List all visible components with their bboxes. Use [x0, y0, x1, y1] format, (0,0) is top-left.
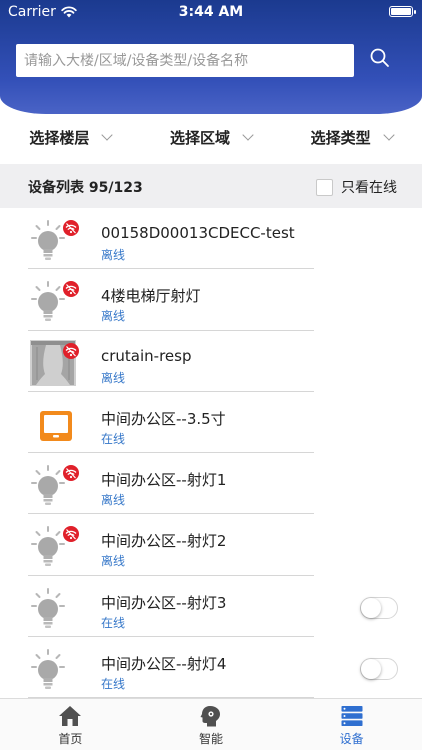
device-status: 离线 [101, 370, 126, 385]
floor-filter-label: 选择楼层 [29, 128, 90, 147]
chevron-down-icon [242, 129, 254, 141]
chevron-down-icon [383, 129, 395, 141]
list-header: 设备列表 95/123 只看在线 [0, 164, 422, 208]
list-item[interactable]: crutain-resp 离线 [0, 331, 422, 392]
tab-devices-label: 设备 [339, 732, 364, 746]
panel-screen-icon [30, 401, 80, 451]
device-name: 4楼电梯厅射灯 [101, 287, 201, 306]
device-list-icon [341, 706, 363, 726]
list-item[interactable]: 中间办公区--射灯1 离线 [0, 453, 422, 515]
device-name: 中间办公区--射灯4 [101, 655, 227, 674]
light-bulb-icon [30, 646, 80, 696]
status-time: 3:44 AM [178, 4, 244, 20]
online-only-checkbox[interactable] [316, 178, 333, 196]
list-item[interactable]: 4楼电梯厅射灯 离线 [0, 269, 422, 331]
device-status: 离线 [101, 554, 126, 569]
tab-home[interactable]: 首页 [0, 699, 141, 750]
status-bar: Carrier 3:44 AM [0, 0, 422, 24]
light-bulb-icon [30, 462, 80, 512]
list-item[interactable]: 中间办公区--3.5寸 在线 [0, 392, 422, 454]
home-icon [59, 706, 82, 726]
battery-icon [389, 6, 416, 17]
device-status: 在线 [101, 615, 126, 630]
area-filter[interactable]: 选择区域 [141, 114, 282, 160]
toggle-knob [361, 659, 381, 680]
device-status: 离线 [101, 493, 126, 508]
device-name: crutain-resp [101, 346, 192, 365]
filter-bar: 选择楼层 选择区域 选择类型 [0, 114, 422, 160]
online-only-label: 只看在线 [341, 180, 397, 196]
curtain-icon [30, 339, 80, 390]
list-item[interactable]: 中间办公区--射灯3 在线 [0, 576, 422, 638]
type-filter[interactable]: 选择类型 [281, 114, 422, 160]
device-name: 00158D00013CDECC-test [101, 224, 295, 242]
device-name: 中间办公区--射灯3 [101, 593, 227, 612]
tab-home-label: 首页 [58, 732, 83, 746]
power-toggle[interactable] [360, 596, 398, 619]
tab-smart[interactable]: 智能 [141, 699, 282, 750]
light-bulb-icon [30, 217, 80, 267]
toggle-knob [361, 597, 381, 618]
area-filter-label: 选择区域 [170, 128, 231, 147]
light-bulb-icon [30, 585, 80, 635]
device-status: 在线 [101, 677, 126, 692]
light-bulb-icon [30, 523, 80, 573]
device-status: 离线 [101, 248, 126, 262]
list-item[interactable]: 中间办公区--射灯2 离线 [0, 514, 422, 576]
search-icon[interactable] [368, 46, 392, 70]
smart-head-icon [200, 706, 220, 727]
light-bulb-icon [30, 278, 80, 328]
tab-smart-label: 智能 [199, 732, 224, 746]
device-name: 中间办公区--射灯2 [101, 532, 227, 551]
device-status: 离线 [101, 309, 126, 324]
type-filter-label: 选择类型 [310, 128, 371, 147]
device-name: 中间办公区--射灯1 [101, 471, 227, 490]
device-status: 在线 [101, 431, 126, 446]
floor-filter[interactable]: 选择楼层 [0, 114, 141, 160]
power-toggle[interactable] [360, 658, 398, 681]
device-name: 中间办公区--3.5寸 [101, 409, 226, 428]
device-list: 00158D00013CDECC-test 离线 4楼电梯厅射灯 离线 crut… [0, 208, 422, 699]
list-item[interactable]: 中间办公区--射灯4 在线 [0, 637, 422, 699]
tab-bar: 首页 智能 设备 [0, 698, 422, 750]
online-only-filter[interactable]: 只看在线 [316, 177, 397, 197]
search-input[interactable] [16, 44, 354, 77]
device-count-title: 设备列表 95/123 [28, 180, 143, 196]
header: Carrier 3:44 AM [0, 0, 422, 114]
chevron-down-icon [101, 129, 114, 141]
list-item[interactable]: 00158D00013CDECC-test 离线 [0, 208, 422, 270]
tab-devices[interactable]: 设备 [281, 699, 422, 750]
